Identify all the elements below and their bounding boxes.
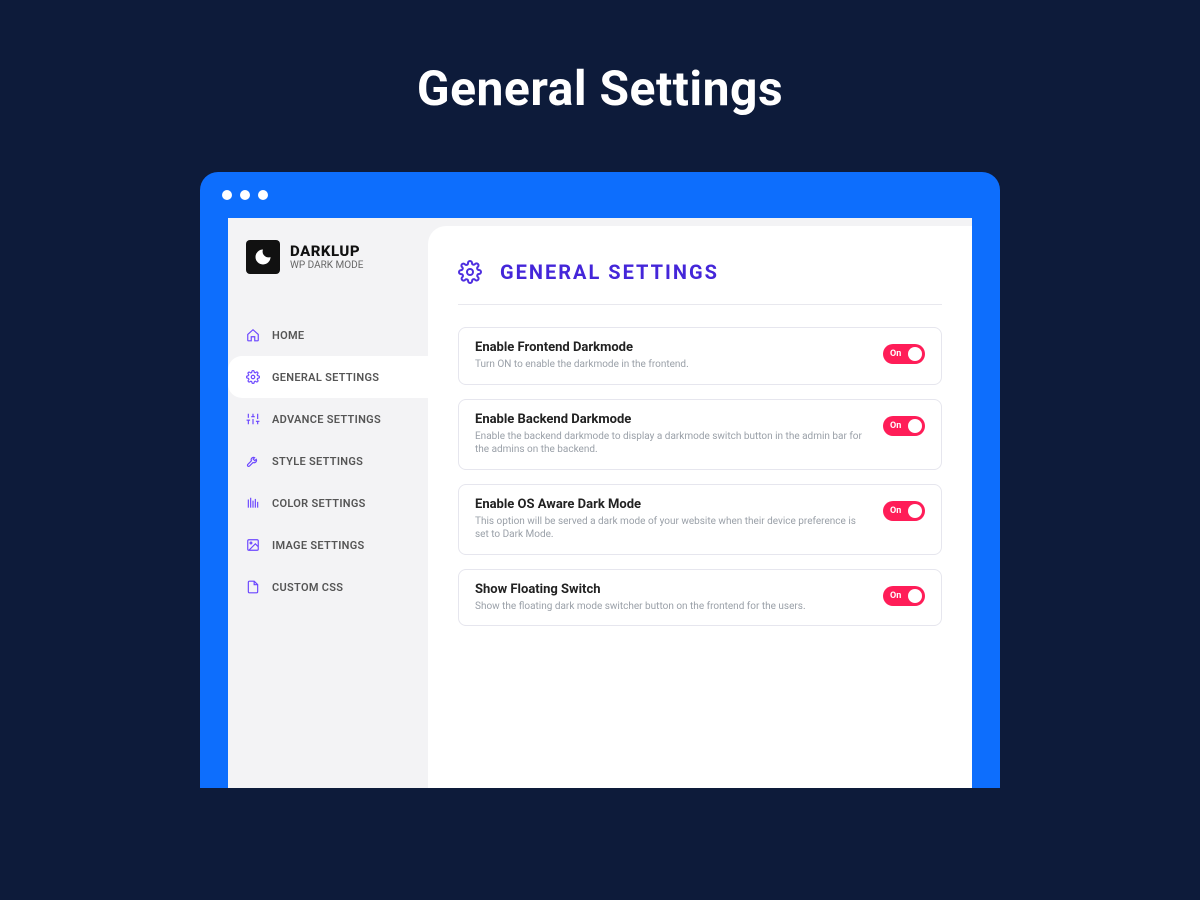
chrome-dot (240, 190, 250, 200)
sidebar-item-label: ADVANCE SETTINGS (272, 413, 381, 426)
toggle-label: On (890, 591, 901, 601)
setting-info: Enable Frontend Darkmode Turn ON to enab… (475, 340, 869, 372)
content-title: GENERAL SETTINGS (500, 260, 719, 284)
setting-card: Enable Frontend Darkmode Turn ON to enab… (458, 327, 942, 385)
toggle-knob (908, 419, 922, 433)
toggle-label: On (890, 421, 901, 431)
toggle-floating-switch[interactable]: On (883, 586, 925, 606)
brand: DARKLUP WP DARK MODE (228, 240, 428, 294)
sliders-icon (246, 412, 260, 426)
code-icon (246, 580, 260, 594)
sidebar-item-advance-settings[interactable]: ADVANCE SETTINGS (228, 398, 428, 440)
brand-text: DARKLUP WP DARK MODE (290, 243, 363, 271)
sidebar-item-image-settings[interactable]: IMAGE SETTINGS (228, 524, 428, 566)
brand-name: DARKLUP (290, 243, 363, 260)
toggle-knob (908, 347, 922, 361)
toggle-knob (908, 504, 922, 518)
sidebar-item-general-settings[interactable]: GENERAL SETTINGS (228, 356, 428, 398)
sidebar-item-label: CUSTOM CSS (272, 581, 343, 594)
toggle-frontend-darkmode[interactable]: On (883, 344, 925, 364)
setting-info: Enable OS Aware Dark Mode This option wi… (475, 497, 869, 542)
gear-icon (246, 370, 260, 384)
setting-title: Enable Backend Darkmode (475, 412, 869, 427)
gear-icon (458, 260, 482, 284)
image-icon (246, 538, 260, 552)
setting-description: This option will be served a dark mode o… (475, 515, 869, 542)
browser-window: DARKLUP WP DARK MODE HOME (200, 172, 1000, 788)
content-header: GENERAL SETTINGS (458, 260, 942, 305)
setting-description: Enable the backend darkmode to display a… (475, 430, 869, 457)
toggle-knob (908, 589, 922, 603)
nav: HOME GENERAL SETTINGS ADVANCE SETTINGS (228, 314, 428, 608)
sidebar-item-label: HOME (272, 329, 304, 342)
page-title: General Settings (0, 60, 1200, 117)
toggle-backend-darkmode[interactable]: On (883, 416, 925, 436)
sidebar-item-color-settings[interactable]: COLOR SETTINGS (228, 482, 428, 524)
app-frame: DARKLUP WP DARK MODE HOME (200, 218, 1000, 788)
palette-icon (246, 496, 260, 510)
toggle-os-aware-darkmode[interactable]: On (883, 501, 925, 521)
chrome-dot (258, 190, 268, 200)
setting-description: Turn ON to enable the darkmode in the fr… (475, 358, 869, 372)
content: GENERAL SETTINGS Enable Frontend Darkmod… (428, 226, 972, 788)
home-icon (246, 328, 260, 342)
setting-title: Enable OS Aware Dark Mode (475, 497, 869, 512)
setting-card: Enable OS Aware Dark Mode This option wi… (458, 484, 942, 555)
tools-icon (246, 454, 260, 468)
chrome-dot (222, 190, 232, 200)
sidebar-item-label: STYLE SETTINGS (272, 455, 363, 468)
setting-description: Show the floating dark mode switcher but… (475, 600, 869, 614)
setting-title: Show Floating Switch (475, 582, 869, 597)
setting-card: Show Floating Switch Show the floating d… (458, 569, 942, 627)
window-chrome (200, 172, 1000, 218)
brand-logo (246, 240, 280, 274)
sidebar-item-label: COLOR SETTINGS (272, 497, 366, 510)
sidebar-item-home[interactable]: HOME (228, 314, 428, 356)
sidebar-item-style-settings[interactable]: STYLE SETTINGS (228, 440, 428, 482)
sidebar-item-label: GENERAL SETTINGS (272, 371, 379, 384)
toggle-label: On (890, 349, 901, 359)
app-inner: DARKLUP WP DARK MODE HOME (228, 218, 972, 788)
brand-subtitle: WP DARK MODE (290, 260, 363, 271)
sidebar-item-label: IMAGE SETTINGS (272, 539, 365, 552)
setting-card: Enable Backend Darkmode Enable the backe… (458, 399, 942, 470)
toggle-label: On (890, 506, 901, 516)
setting-info: Enable Backend Darkmode Enable the backe… (475, 412, 869, 457)
sidebar-item-custom-css[interactable]: CUSTOM CSS (228, 566, 428, 608)
setting-info: Show Floating Switch Show the floating d… (475, 582, 869, 614)
setting-title: Enable Frontend Darkmode (475, 340, 869, 355)
sidebar: DARKLUP WP DARK MODE HOME (228, 218, 428, 788)
